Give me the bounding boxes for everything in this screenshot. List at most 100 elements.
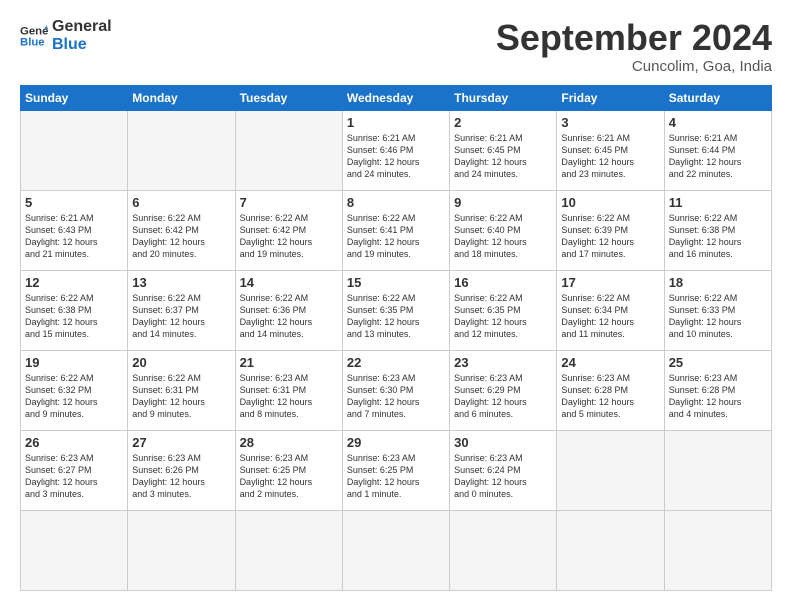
- day-info: Sunrise: 6:23 AMSunset: 6:25 PMDaylight:…: [347, 452, 445, 501]
- day-number: 17: [561, 275, 659, 290]
- calendar-table: Sunday Monday Tuesday Wednesday Thursday…: [20, 85, 772, 591]
- day-number: 10: [561, 195, 659, 210]
- logo-icon: General Blue: [20, 22, 48, 50]
- table-row: 20 Sunrise: 6:22 AMSunset: 6:31 PMDayligh…: [128, 350, 235, 430]
- table-row: 9Sunrise: 6:22 AMSunset: 6:40 PMDaylight…: [450, 190, 557, 270]
- table-row: 23 Sunrise: 6:23 AMSunset: 6:29 PMDayligh…: [450, 350, 557, 430]
- day-info: Sunrise: 6:22 AMSunset: 6:36 PMDaylight:…: [240, 292, 338, 341]
- day-info: Sunrise: 6:23 AMSunset: 6:30 PMDaylight:…: [347, 372, 445, 421]
- calendar-week-row: 1 Sunrise: 6:21 AMSunset: 6:46 PMDaylight…: [21, 110, 772, 190]
- day-number: 24: [561, 355, 659, 370]
- day-number: 25: [669, 355, 767, 370]
- day-number: 3: [561, 115, 659, 130]
- table-row: 5 Sunrise: 6:21 AMSunset: 6:43 PMDaylight…: [21, 190, 128, 270]
- day-number: 13: [132, 275, 230, 290]
- day-info: Sunrise: 6:21 AMSunset: 6:46 PMDaylight:…: [347, 132, 445, 181]
- table-row: 27Sunrise: 6:23 AMSunset: 6:26 PMDayligh…: [128, 430, 235, 510]
- logo-text: General Blue: [52, 18, 112, 53]
- page-container: General Blue General Blue September 2024…: [0, 0, 792, 601]
- table-row: 4 Sunrise: 6:21 AMSunset: 6:44 PMDaylight…: [664, 110, 771, 190]
- day-number: 11: [669, 195, 767, 210]
- month-title: September 2024: [496, 18, 772, 58]
- day-number: 8: [347, 195, 445, 210]
- calendar-week-row: 5 Sunrise: 6:21 AMSunset: 6:43 PMDaylight…: [21, 190, 772, 270]
- day-info: Sunrise: 6:22 AMSunset: 6:32 PMDaylight:…: [25, 372, 123, 421]
- day-info: Sunrise: 6:23 AMSunset: 6:29 PMDaylight:…: [454, 372, 552, 421]
- day-info: Sunrise: 6:22 AMSunset: 6:38 PMDaylight:…: [669, 212, 767, 261]
- day-number: 6: [132, 195, 230, 210]
- day-info: Sunrise: 6:22 AMSunset: 6:39 PMDaylight:…: [561, 212, 659, 261]
- table-row: 19Sunrise: 6:22 AMSunset: 6:32 PMDayligh…: [21, 350, 128, 430]
- table-row: [557, 510, 664, 590]
- day-number: 5: [25, 195, 123, 210]
- table-row: 14Sunrise: 6:22 AMSunset: 6:36 PMDayligh…: [235, 270, 342, 350]
- day-info: Sunrise: 6:23 AMSunset: 6:25 PMDaylight:…: [240, 452, 338, 501]
- table-row: 29 Sunrise: 6:23 AMSunset: 6:25 PMDayligh…: [342, 430, 449, 510]
- day-info: Sunrise: 6:22 AMSunset: 6:34 PMDaylight:…: [561, 292, 659, 341]
- table-row: 3 Sunrise: 6:21 AMSunset: 6:45 PMDaylight…: [557, 110, 664, 190]
- day-info: Sunrise: 6:22 AMSunset: 6:35 PMDaylight:…: [454, 292, 552, 341]
- header: General Blue General Blue September 2024…: [20, 18, 772, 75]
- day-info: Sunrise: 6:22 AMSunset: 6:35 PMDaylight:…: [347, 292, 445, 341]
- table-row: 17 Sunrise: 6:22 AMSunset: 6:34 PMDayligh…: [557, 270, 664, 350]
- day-info: Sunrise: 6:21 AMSunset: 6:44 PMDaylight:…: [669, 132, 767, 181]
- table-row: 6Sunrise: 6:22 AMSunset: 6:42 PMDaylight…: [128, 190, 235, 270]
- day-number: 30: [454, 435, 552, 450]
- svg-text:Blue: Blue: [20, 36, 45, 48]
- table-row: [450, 510, 557, 590]
- day-number: 20: [132, 355, 230, 370]
- day-number: 16: [454, 275, 552, 290]
- day-number: 21: [240, 355, 338, 370]
- calendar-week-row: 12Sunrise: 6:22 AMSunset: 6:38 PMDayligh…: [21, 270, 772, 350]
- day-info: Sunrise: 6:22 AMSunset: 6:41 PMDaylight:…: [347, 212, 445, 261]
- table-row: [557, 430, 664, 510]
- table-row: [21, 510, 128, 590]
- day-number: 7: [240, 195, 338, 210]
- day-number: 9: [454, 195, 552, 210]
- table-row: [664, 430, 771, 510]
- day-info: Sunrise: 6:21 AMSunset: 6:43 PMDaylight:…: [25, 212, 123, 261]
- header-friday: Friday: [557, 85, 664, 110]
- day-info: Sunrise: 6:21 AMSunset: 6:45 PMDaylight:…: [454, 132, 552, 181]
- day-info: Sunrise: 6:22 AMSunset: 6:42 PMDaylight:…: [240, 212, 338, 261]
- day-number: 27: [132, 435, 230, 450]
- svg-text:General: General: [20, 25, 48, 37]
- day-info: Sunrise: 6:22 AMSunset: 6:38 PMDaylight:…: [25, 292, 123, 341]
- day-info: Sunrise: 6:23 AMSunset: 6:28 PMDaylight:…: [561, 372, 659, 421]
- weekday-header-row: Sunday Monday Tuesday Wednesday Thursday…: [21, 85, 772, 110]
- day-number: 1: [347, 115, 445, 130]
- day-number: 23: [454, 355, 552, 370]
- header-wednesday: Wednesday: [342, 85, 449, 110]
- table-row: [128, 510, 235, 590]
- day-info: Sunrise: 6:22 AMSunset: 6:31 PMDaylight:…: [132, 372, 230, 421]
- table-row: 2Sunrise: 6:21 AMSunset: 6:45 PMDaylight…: [450, 110, 557, 190]
- table-row: 8 Sunrise: 6:22 AMSunset: 6:41 PMDaylight…: [342, 190, 449, 270]
- table-row: 13 Sunrise: 6:22 AMSunset: 6:37 PMDayligh…: [128, 270, 235, 350]
- day-info: Sunrise: 6:22 AMSunset: 6:37 PMDaylight:…: [132, 292, 230, 341]
- table-row: 21Sunrise: 6:23 AMSunset: 6:31 PMDayligh…: [235, 350, 342, 430]
- day-number: 28: [240, 435, 338, 450]
- table-row: 26Sunrise: 6:23 AMSunset: 6:27 PMDayligh…: [21, 430, 128, 510]
- table-row: 25Sunrise: 6:23 AMSunset: 6:28 PMDayligh…: [664, 350, 771, 430]
- day-number: 29: [347, 435, 445, 450]
- day-number: 26: [25, 435, 123, 450]
- header-thursday: Thursday: [450, 85, 557, 110]
- table-row: 22Sunrise: 6:23 AMSunset: 6:30 PMDayligh…: [342, 350, 449, 430]
- day-info: Sunrise: 6:23 AMSunset: 6:24 PMDaylight:…: [454, 452, 552, 501]
- header-saturday: Saturday: [664, 85, 771, 110]
- table-row: 12Sunrise: 6:22 AMSunset: 6:38 PMDayligh…: [21, 270, 128, 350]
- calendar-week-row: 19Sunrise: 6:22 AMSunset: 6:32 PMDayligh…: [21, 350, 772, 430]
- table-row: [21, 110, 128, 190]
- header-sunday: Sunday: [21, 85, 128, 110]
- title-area: September 2024 Cuncolim, Goa, India: [496, 18, 772, 75]
- table-row: 1 Sunrise: 6:21 AMSunset: 6:46 PMDaylight…: [342, 110, 449, 190]
- day-number: 4: [669, 115, 767, 130]
- header-tuesday: Tuesday: [235, 85, 342, 110]
- table-row: [128, 110, 235, 190]
- table-row: 16 Sunrise: 6:22 AMSunset: 6:35 PMDayligh…: [450, 270, 557, 350]
- day-info: Sunrise: 6:21 AMSunset: 6:45 PMDaylight:…: [561, 132, 659, 181]
- table-row: [664, 510, 771, 590]
- table-row: 24 Sunrise: 6:23 AMSunset: 6:28 PMDayligh…: [557, 350, 664, 430]
- logo: General Blue General Blue: [20, 18, 112, 53]
- header-monday: Monday: [128, 85, 235, 110]
